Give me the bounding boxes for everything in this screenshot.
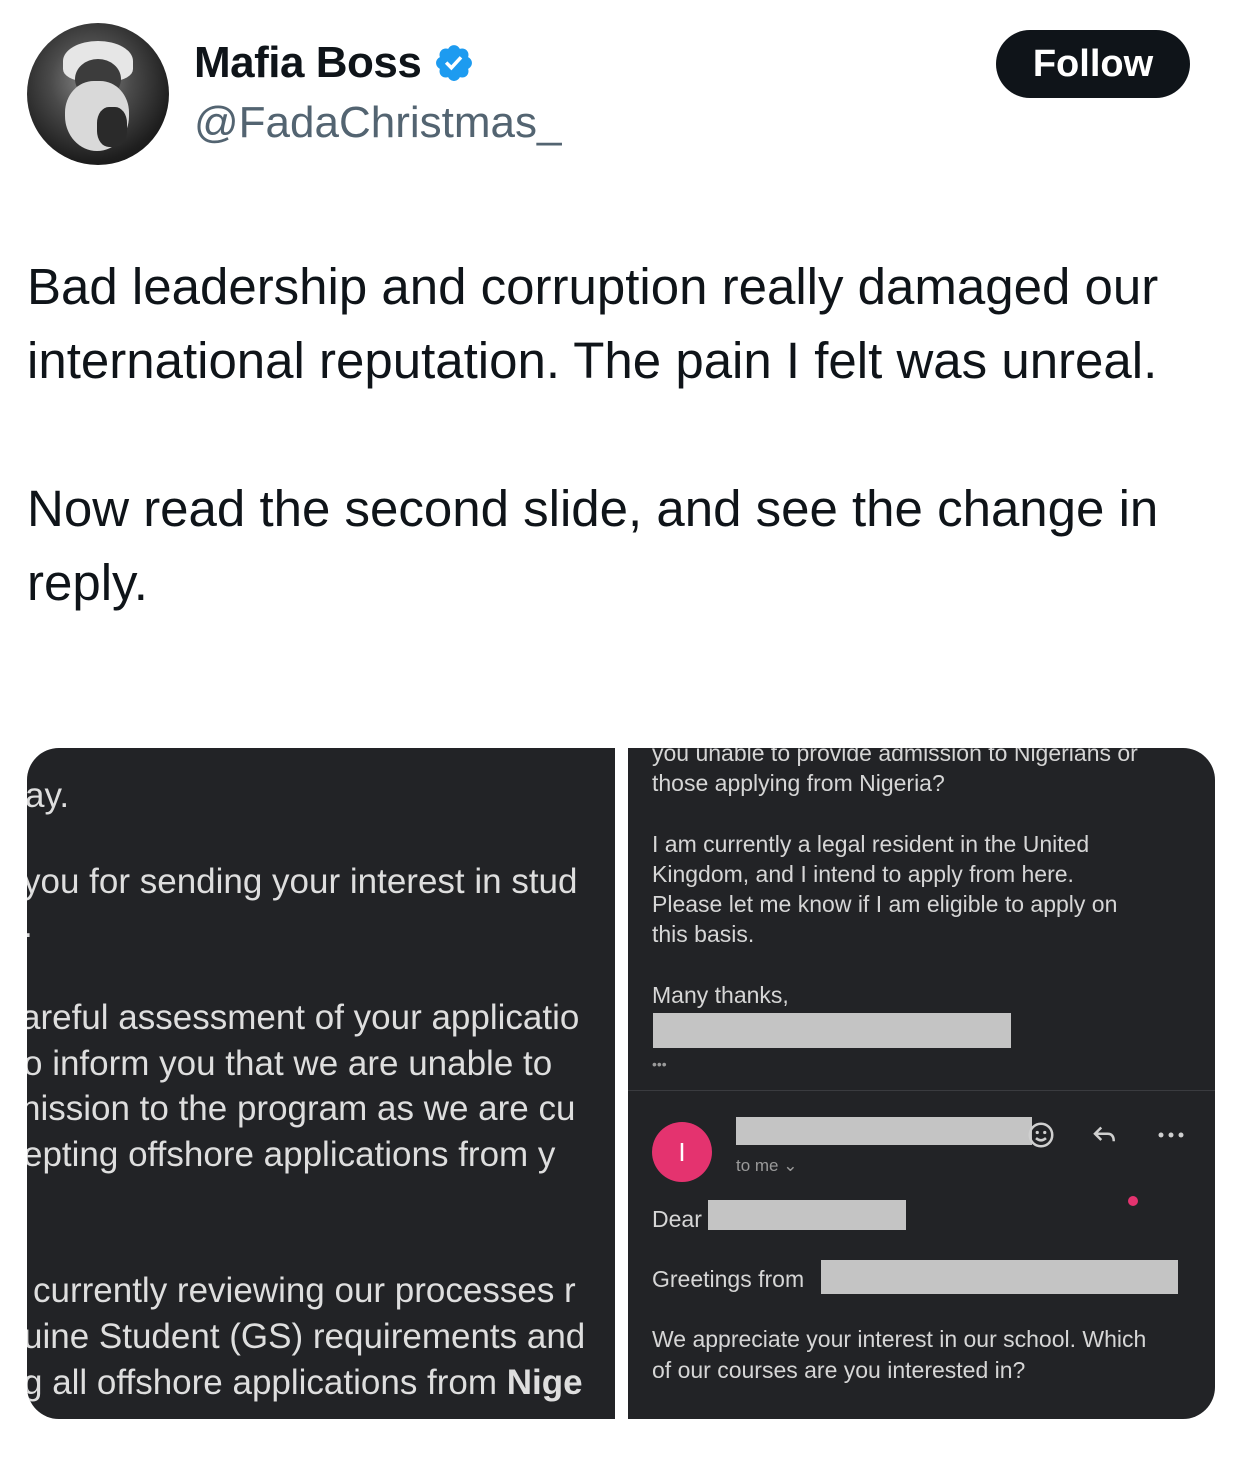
slide2-text-line: Many thanks, [652, 982, 789, 1008]
author-display-name[interactable]: Mafia Boss [194, 38, 422, 88]
redaction-block [821, 1260, 1178, 1294]
author-avatar[interactable] [27, 23, 169, 165]
redaction-block [708, 1200, 906, 1230]
slide1-bold-country: Nige [506, 1363, 583, 1402]
emoji-reaction-icon[interactable] [1026, 1120, 1056, 1150]
slide1-text-line: uine Student (GS) requirements and [27, 1317, 586, 1356]
expand-ellipsis[interactable]: ••• [652, 1056, 667, 1072]
sender-avatar: I [652, 1122, 712, 1182]
slide1-text-line: nission to the program as we are cu [27, 1089, 576, 1128]
author-name-row: Mafia Boss [194, 38, 475, 88]
slide1-text-line: currently reviewing our processes r [33, 1271, 576, 1310]
tweet-paragraph-1: Bad leadership and corruption really dam… [27, 258, 1159, 389]
slide1-text-line: areful assessment of your applicatio [27, 998, 580, 1037]
follow-button[interactable]: Follow [996, 30, 1190, 98]
slide2-text-line: Dear [652, 1206, 702, 1232]
redaction-block [653, 1013, 1011, 1048]
more-options-icon[interactable] [1156, 1128, 1186, 1142]
tweet-paragraph-2: Now read the second slide, and see the c… [27, 480, 1159, 611]
slide1-text-line: you for sending your interest in stud [27, 862, 578, 901]
redaction-block [736, 1117, 1032, 1145]
slide2-text-line: I am currently a legal resident in the U… [652, 831, 1090, 857]
author-handle[interactable]: @FadaChristmas_ [194, 98, 561, 148]
media-slide-2[interactable]: you unable to provide admission to Niger… [628, 748, 1215, 1419]
tweet-text: Bad leadership and corruption really dam… [27, 250, 1217, 620]
tweet-media-grid: ay. you for sending your interest in stu… [27, 748, 1215, 1419]
email-divider [628, 1090, 1215, 1091]
slide1-text-line: ay. [27, 776, 70, 815]
slide1-text-line: epting offshore applications from y [27, 1135, 556, 1174]
slide2-text-line: this basis. [652, 921, 755, 947]
slide2-text-line: of our courses are you interested in? [652, 1357, 1026, 1383]
unread-indicator [1128, 1196, 1138, 1206]
slide1-text-line: . [27, 906, 33, 946]
reply-arrow-icon[interactable] [1090, 1120, 1120, 1150]
slide2-text-line: those applying from Nigeria? [652, 770, 945, 796]
media-slide-1[interactable]: ay. you for sending your interest in stu… [27, 748, 615, 1419]
slide2-text-line: Greetings from [652, 1266, 805, 1292]
avatar-hand [97, 107, 127, 147]
slide1-text-line: o inform you that we are unable to [27, 1044, 553, 1083]
slide2-text-line: Please let me know if I am eligible to a… [652, 891, 1118, 917]
slide1-text-line: g all offshore applications from Nige [27, 1363, 583, 1403]
verified-badge-icon [436, 45, 473, 81]
slide2-text-line: you unable to provide admission to Niger… [652, 748, 1138, 766]
slide2-text-line: We appreciate your interest in our schoo… [652, 1326, 1147, 1352]
recipient-toggle[interactable]: to me ⌄ [736, 1156, 797, 1176]
slide1-text-segment: g all offshore applications from [27, 1363, 507, 1402]
slide2-text-line: Kingdom, and I intend to apply from here… [652, 861, 1074, 887]
